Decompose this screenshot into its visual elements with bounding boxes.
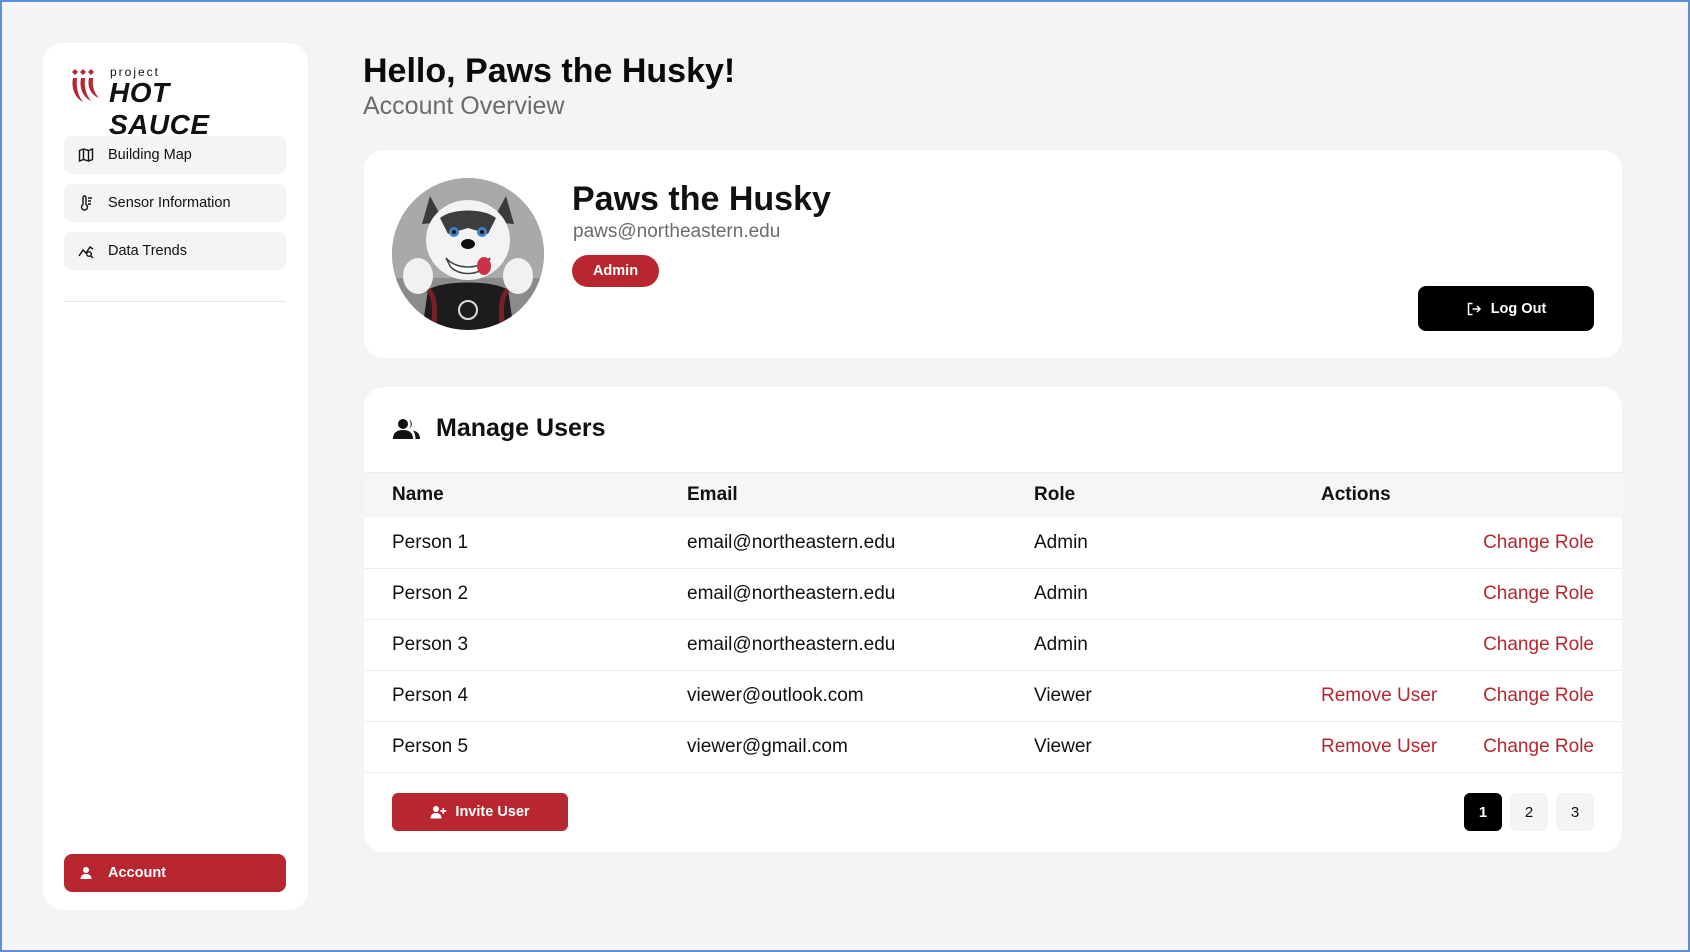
change-role-link[interactable]: Change Role — [1483, 583, 1594, 604]
profile-email: paws@northeastern.edu — [573, 221, 781, 242]
sidebar-item-label: Data Trends — [108, 243, 187, 259]
remove-user-link[interactable]: Remove User — [1321, 736, 1437, 757]
user-icon — [80, 867, 92, 879]
sidebar: project HOT SAUCE Building Map Sensor In… — [43, 43, 308, 910]
user-email-cell: email@northeastern.edu — [687, 568, 1034, 620]
user-name-cell: Person 2 — [364, 568, 687, 620]
user-name-cell: Person 4 — [364, 670, 687, 722]
thermometer-icon — [80, 195, 92, 211]
account-label: Account — [108, 865, 166, 881]
invite-user-label: Invite User — [455, 804, 530, 820]
profile-card: Paws the Husky paws@northeastern.edu Adm… — [364, 150, 1622, 358]
change-role-link[interactable]: Change Role — [1483, 736, 1594, 757]
column-header-email[interactable]: Email — [687, 472, 1034, 518]
sidebar-item-building-map[interactable]: Building Map — [64, 136, 286, 174]
user-role-cell: Admin — [1034, 619, 1321, 671]
chili-logo-icon — [72, 69, 99, 102]
manage-users-header: Manage Users — [392, 414, 606, 443]
logout-label: Log Out — [1490, 300, 1547, 317]
users-group-icon — [393, 418, 420, 439]
table-row: Person 3 email@northeastern.edu Admin Ch… — [364, 619, 1622, 671]
page-button-1[interactable]: 1 — [1464, 793, 1502, 831]
remove-user-cell — [1321, 568, 1480, 620]
sidebar-item-account[interactable]: Account — [64, 854, 286, 892]
trend-chart-icon — [78, 246, 94, 259]
change-role-link[interactable]: Change Role — [1483, 532, 1594, 553]
remove-user-cell — [1321, 517, 1480, 569]
add-user-icon — [430, 806, 447, 819]
remove-user-cell — [1321, 619, 1480, 671]
profile-name: Paws the Husky — [572, 180, 831, 218]
user-role-cell: Admin — [1034, 517, 1321, 569]
brand-title: HOT SAUCE — [109, 77, 210, 140]
logout-icon — [1467, 302, 1481, 315]
brand-logo[interactable]: project HOT SAUCE — [69, 63, 269, 140]
page-title: Hello, Paws the Husky! — [363, 52, 736, 90]
sidebar-item-sensor-information[interactable]: Sensor Information — [64, 184, 286, 222]
user-name-cell: Person 3 — [364, 619, 687, 671]
remove-user-link[interactable]: Remove User — [1321, 685, 1437, 706]
invite-user-button[interactable]: Invite User — [392, 793, 568, 831]
column-header-role[interactable]: Role — [1034, 472, 1321, 518]
user-role-cell: Viewer — [1034, 670, 1321, 722]
sidebar-divider — [64, 301, 286, 302]
user-role-cell: Viewer — [1034, 721, 1321, 773]
sidebar-item-label: Building Map — [108, 147, 192, 163]
users-table: Name Email Role Actions Person 1 email@n… — [364, 472, 1622, 773]
change-role-link[interactable]: Change Role — [1483, 634, 1594, 655]
role-badge: Admin — [572, 255, 659, 287]
user-role-cell: Admin — [1034, 568, 1321, 620]
table-row: Person 1 email@northeastern.edu Admin Ch… — [364, 517, 1622, 569]
map-icon — [78, 147, 94, 163]
pagination: 1 2 3 — [1456, 793, 1594, 831]
husky-mascot-icon — [392, 178, 544, 330]
avatar — [392, 178, 544, 330]
sidebar-nav: Building Map Sensor Information Data Tre… — [64, 136, 286, 280]
change-role-link[interactable]: Change Role — [1483, 685, 1594, 706]
table-row: Person 5 viewer@gmail.com Viewer Remove … — [364, 721, 1622, 773]
sidebar-item-label: Sensor Information — [108, 195, 231, 211]
user-email-cell: viewer@outlook.com — [687, 670, 1034, 722]
user-email-cell: email@northeastern.edu — [687, 517, 1034, 569]
table-row: Person 4 viewer@outlook.com Viewer Remov… — [364, 670, 1622, 722]
page-button-2[interactable]: 2 — [1510, 793, 1548, 831]
user-email-cell: viewer@gmail.com — [687, 721, 1034, 773]
user-email-cell: email@northeastern.edu — [687, 619, 1034, 671]
column-header-name[interactable]: Name — [364, 472, 687, 518]
table-row: Person 2 email@northeastern.edu Admin Ch… — [364, 568, 1622, 620]
column-header-actions-spacer — [1480, 472, 1622, 518]
sidebar-item-data-trends[interactable]: Data Trends — [64, 232, 286, 270]
user-name-cell: Person 5 — [364, 721, 687, 773]
page-button-3[interactable]: 3 — [1556, 793, 1594, 831]
table-header-row: Name Email Role Actions — [364, 472, 1622, 518]
page-subtitle: Account Overview — [363, 92, 565, 120]
logout-button[interactable]: Log Out — [1418, 286, 1594, 331]
manage-users-title: Manage Users — [436, 414, 606, 442]
column-header-actions: Actions — [1321, 472, 1480, 518]
user-name-cell: Person 1 — [364, 517, 687, 569]
manage-users-card: Manage Users Name Email Role Actions Per… — [364, 387, 1622, 852]
